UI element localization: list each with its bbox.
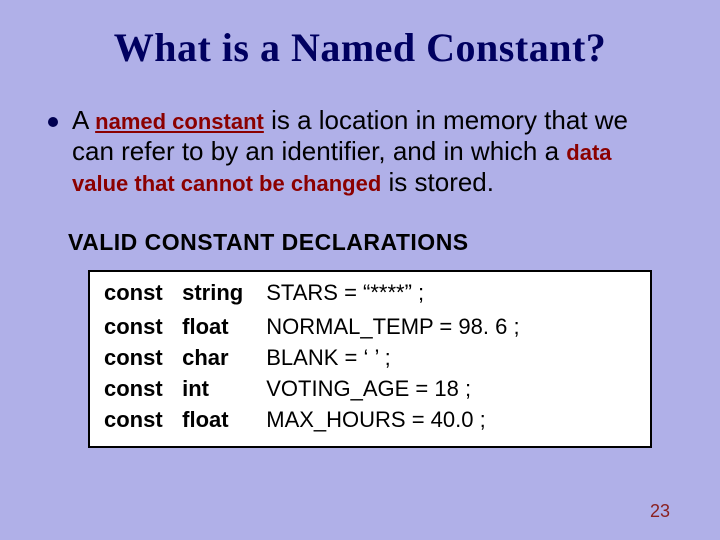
slide: What is a Named Constant? A named consta… [0,0,720,540]
bullet-text-post: is stored. [381,167,494,197]
declaration-rest: BLANK = ‘ ’ ; [266,345,391,370]
declaration-rest: NORMAL_TEMP = 98. 6 ; [266,314,519,339]
slide-title: What is a Named Constant? [40,24,680,71]
declaration-rest: VOTING_AGE = 18 ; [266,376,471,401]
page-number: 23 [650,501,670,522]
bullet-item: A named constant is a location in memory… [48,105,672,199]
keyword: const [104,278,176,309]
declaration-rest: MAX_HOURS = 40.0 ; [266,407,485,432]
type: char [182,343,260,374]
type: int [182,374,260,405]
code-row: const float NORMAL_TEMP = 98. 6 ; [104,312,636,343]
keyword: const [104,405,176,436]
declaration-rest: STARS = “****” ; [266,280,424,305]
section-subhead: VALID CONSTANT DECLARATIONS [68,229,680,256]
keyword: const [104,374,176,405]
bullet-emphasis-1: named constant [95,109,264,134]
bullet-text: A named constant is a location in memory… [72,105,672,199]
code-row: const char BLANK = ‘ ’ ; [104,343,636,374]
code-row: const string STARS = “****” ; [104,278,636,309]
bullet-icon [48,117,58,127]
code-block: const string STARS = “****” ; const floa… [88,270,652,448]
keyword: const [104,312,176,343]
type: float [182,312,260,343]
code-row: const int VOTING_AGE = 18 ; [104,374,636,405]
type: string [182,278,260,309]
bullet-text-pre: A [72,105,95,135]
type: float [182,405,260,436]
keyword: const [104,343,176,374]
code-row: const float MAX_HOURS = 40.0 ; [104,405,636,436]
